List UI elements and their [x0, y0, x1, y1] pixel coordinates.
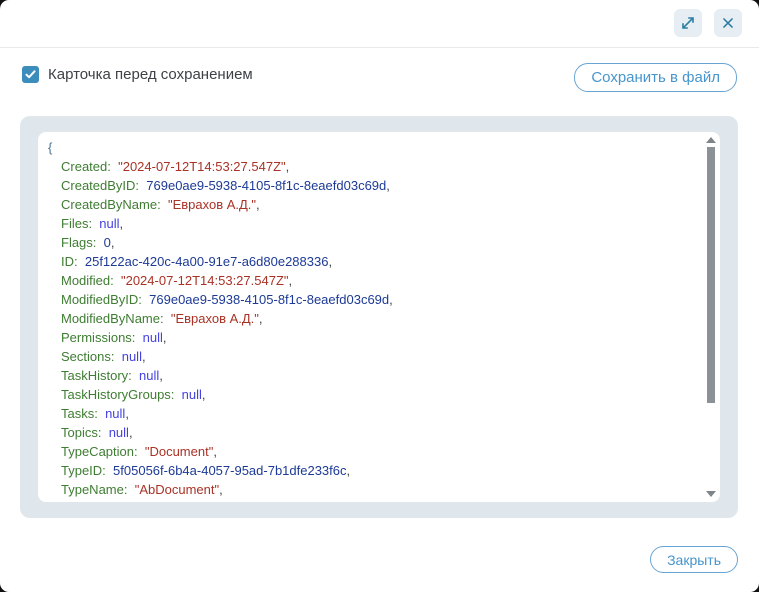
save-to-file-button[interactable]: Сохранить в файл	[574, 63, 737, 92]
json-line-Created: Created: "2024-07-12T14:53:27.547Z",	[48, 157, 704, 176]
scrollbar-thumb[interactable]	[707, 147, 715, 403]
json-line-ModifiedByID: ModifiedByID: 769e0ae9-5938-4105-8f1c-8e…	[48, 290, 704, 309]
json-content: {Created: "2024-07-12T14:53:27.547Z",Cre…	[38, 132, 704, 502]
json-line-CreatedByID: CreatedByID: 769e0ae9-5938-4105-8f1c-8ea…	[48, 176, 704, 195]
json-line-TaskHistory: TaskHistory: null,	[48, 366, 704, 385]
json-code-box[interactable]: {Created: "2024-07-12T14:53:27.547Z",Cre…	[38, 132, 720, 502]
expand-icon	[680, 15, 696, 31]
card-before-save-checkbox-row[interactable]: Карточка перед сохранением	[22, 66, 253, 83]
scroll-down-arrow-icon[interactable]	[706, 491, 716, 497]
json-line-TaskHistoryGroups: TaskHistoryGroups: null,	[48, 385, 704, 404]
json-line-Topics: Topics: null,	[48, 423, 704, 442]
dialog-header	[0, 0, 759, 48]
checkmark-icon	[25, 70, 36, 79]
json-line-TypeName: TypeName: "AbDocument",	[48, 480, 704, 499]
json-line-ModifiedByName: ModifiedByName: "Еврахов А.Д.",	[48, 309, 704, 328]
checkbox-label: Карточка перед сохранением	[48, 66, 253, 83]
json-line-Flags: Flags: 0,	[48, 233, 704, 252]
json-line-CreatedByName: CreatedByName: "Еврахов А.Д.",	[48, 195, 704, 214]
json-line-Sections: Sections: null,	[48, 347, 704, 366]
close-dialog-button[interactable]: Закрыть	[650, 546, 738, 573]
checkbox-checked-icon[interactable]	[22, 66, 39, 83]
close-icon	[721, 16, 735, 30]
json-line-TypeID: TypeID: 5f05056f-6b4a-4057-95ad-7b1dfe23…	[48, 461, 704, 480]
json-line-Permissions: Permissions: null,	[48, 328, 704, 347]
close-button[interactable]	[714, 9, 742, 37]
json-viewer-panel: {Created: "2024-07-12T14:53:27.547Z",Cre…	[20, 116, 738, 518]
json-line-Tasks: Tasks: null,	[48, 404, 704, 423]
expand-button[interactable]	[674, 9, 702, 37]
toolbar: Карточка перед сохранением Сохранить в ф…	[0, 48, 759, 116]
modal-dialog: Карточка перед сохранением Сохранить в ф…	[0, 0, 759, 592]
json-line-TypeCaption: TypeCaption: "Document",	[48, 442, 704, 461]
scroll-up-arrow-icon[interactable]	[706, 137, 716, 143]
json-open-brace: {	[48, 138, 704, 157]
json-line-Files: Files: null,	[48, 214, 704, 233]
vertical-scrollbar[interactable]	[706, 135, 716, 499]
json-line-ID: ID: 25f122ac-420c-4a00-91e7-a6d80e288336…	[48, 252, 704, 271]
json-line-Modified: Modified: "2024-07-12T14:53:27.547Z",	[48, 271, 704, 290]
